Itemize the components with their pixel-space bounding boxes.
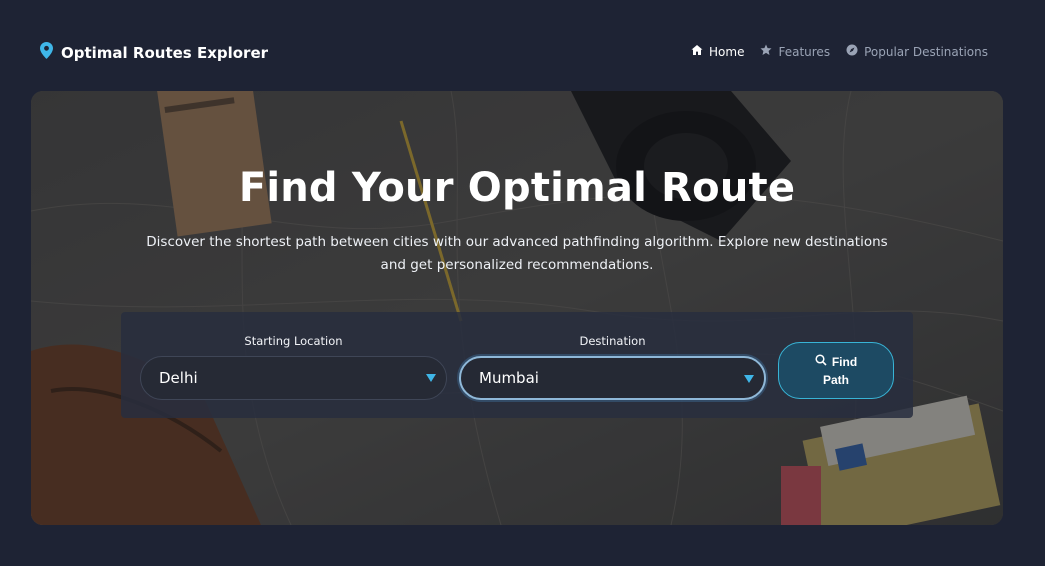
nav-item-home[interactable]: Home (691, 44, 744, 59)
start-location-value: Delhi (159, 369, 198, 387)
hero-section: Find Your Optimal Route Discover the sho… (31, 91, 1003, 525)
destination-select[interactable]: Mumbai (459, 356, 766, 400)
nav-item-popular-destinations[interactable]: Popular Destinations (846, 44, 988, 59)
chevron-down-icon (744, 375, 754, 383)
navbar: Optimal Routes Explorer Home Features Po… (0, 0, 1045, 90)
nav-item-label: Features (778, 44, 831, 59)
start-location-label: Starting Location (244, 334, 343, 348)
nav-item-label: Home (709, 44, 745, 59)
home-icon (691, 44, 703, 59)
hero-subtitle: Discover the shortest path between citie… (146, 234, 888, 273)
chevron-down-icon (426, 374, 436, 382)
nav-item-label: Popular Destinations (864, 44, 988, 59)
destination-field: Destination Mumbai (459, 334, 766, 400)
hero-overlay (31, 91, 1003, 525)
route-search-panel: Starting Location Delhi Destination Mumb… (121, 312, 913, 418)
destination-value: Mumbai (479, 369, 539, 387)
find-path-label-line1: Find (831, 354, 858, 369)
find-path-label-line2: Path (822, 372, 849, 387)
hero-title: Find Your Optimal Route (238, 165, 796, 211)
find-path-button-row: Find (815, 353, 857, 371)
search-icon (815, 353, 827, 371)
brand[interactable]: Optimal Routes Explorer (40, 42, 268, 63)
map-pin-icon (40, 42, 53, 63)
destination-label: Destination (579, 334, 646, 348)
start-location-field: Starting Location Delhi (140, 334, 447, 400)
brand-title: Optimal Routes Explorer (61, 43, 269, 62)
nav-item-features[interactable]: Features (760, 44, 830, 59)
nav-links: Home Features Popular Destinations (691, 44, 988, 59)
start-location-select[interactable]: Delhi (140, 356, 447, 400)
find-path-button[interactable]: Find Path (778, 342, 894, 399)
star-icon (760, 44, 772, 59)
compass-icon (846, 44, 858, 59)
